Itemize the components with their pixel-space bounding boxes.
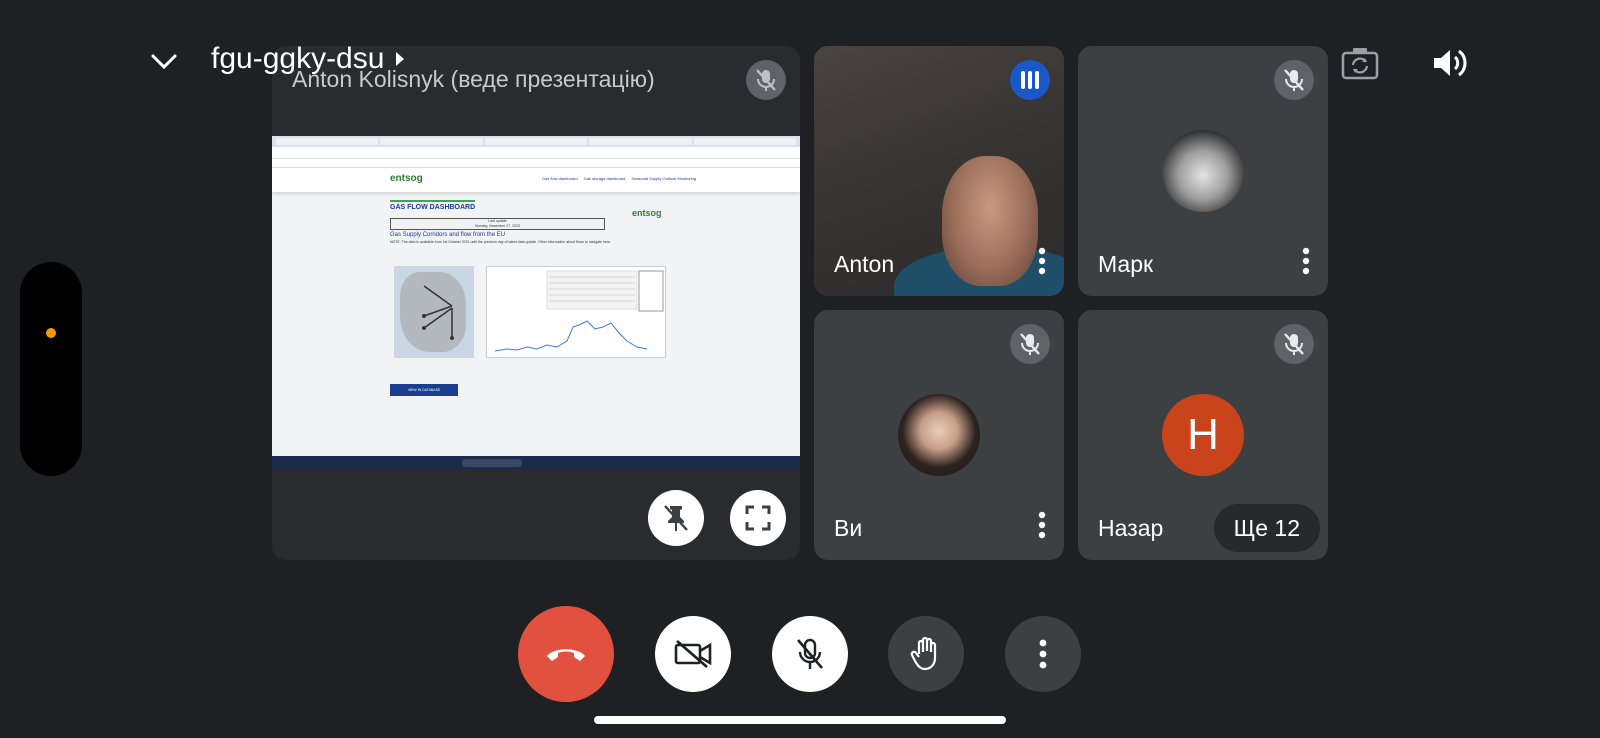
hand-icon: [910, 636, 937, 671]
camera-toggle-button[interactable]: [655, 616, 731, 692]
mic-off-icon: [797, 638, 823, 669]
site-header: entsog Gas flow dashboard Gas storage da…: [272, 168, 800, 192]
site-nav-item: Gas flow dashboard: [542, 176, 578, 181]
mic-toggle-button[interactable]: [772, 616, 848, 692]
more-vert-icon: [1038, 247, 1046, 275]
dashboard-note: NOTE: The data is available from 1st Oct…: [390, 240, 611, 244]
participant-name: Ви: [834, 515, 863, 541]
dashboard-subtitle: Gas Supply Corridors and flow from the E…: [390, 232, 506, 238]
participant-mic-off: [1010, 324, 1050, 364]
more-vert-icon: [1039, 639, 1047, 669]
video-feed-face: [942, 156, 1038, 286]
participant-more-button[interactable]: [1030, 508, 1054, 542]
site-logo-secondary: entsog: [632, 208, 662, 218]
browser-url-bar: [272, 147, 800, 159]
view-in-database-button: VIEW IN DATABASE: [390, 384, 458, 396]
raise-hand-button[interactable]: [888, 616, 964, 692]
presentation-controls: [648, 490, 786, 546]
pin-off-icon: [664, 505, 688, 531]
fullscreen-icon: [745, 505, 771, 531]
speaking-indicator: [1010, 60, 1050, 100]
avatar: [898, 394, 980, 476]
browser-bookmarks: [272, 159, 800, 168]
fullscreen-button[interactable]: [730, 490, 786, 546]
mic-off-icon: [1020, 333, 1040, 355]
shared-screen: entsog Gas flow dashboard Gas storage da…: [272, 136, 800, 470]
meeting-code-text: fgu-ggky-dsu: [211, 42, 385, 75]
flow-chart: [486, 266, 666, 358]
more-vert-icon: [1302, 247, 1310, 275]
corridor-map: [394, 266, 474, 358]
mic-off-icon: [1284, 69, 1304, 91]
mic-off-icon: [756, 69, 776, 91]
collapse-button[interactable]: [140, 42, 188, 82]
dashboard-page: GAS FLOW DASHBOARD Last update Monday, N…: [390, 196, 680, 458]
last-update-date: Monday, November 27, 2023: [475, 224, 520, 228]
participant-tile-nazar[interactable]: Н Назар Ще 12: [1078, 310, 1328, 560]
participant-name: Назар: [1098, 515, 1164, 541]
participant-more-button[interactable]: [1294, 244, 1318, 278]
windows-taskbar: [272, 456, 800, 470]
site-nav: Gas flow dashboard Gas storage dashboard…: [542, 176, 696, 181]
meeting-code[interactable]: fgu-ggky-dsu: [211, 42, 406, 76]
presentation-tile[interactable]: Anton Kolisnyk (веде презентацію) entsog…: [272, 46, 800, 560]
speaker-button[interactable]: [1427, 40, 1473, 86]
unpin-button[interactable]: [648, 490, 704, 546]
avatar: [1162, 130, 1244, 212]
participant-name: Марк: [1098, 251, 1154, 277]
home-indicator[interactable]: [594, 716, 1006, 724]
meet-call-screen: fgu-ggky-dsu Anton Kolisnyk (веде презен…: [0, 0, 1600, 738]
participant-mic-off: [1274, 60, 1314, 100]
more-participants-button[interactable]: Ще 12: [1213, 504, 1320, 552]
taskbar-search: [462, 459, 522, 467]
more-vert-icon: [1038, 511, 1046, 539]
participant-tile-self[interactable]: Ви: [814, 310, 1064, 560]
switch-camera-button[interactable]: [1337, 40, 1383, 86]
more-options-button[interactable]: [1005, 616, 1081, 692]
site-logo: entsog: [390, 173, 423, 184]
participant-tile-anton[interactable]: Anton: [814, 46, 1064, 296]
site-nav-item: Seasonal Supply Outlook Monitoring: [631, 176, 697, 181]
camera-flip-icon: [1341, 48, 1379, 80]
avatar-initial: Н: [1162, 394, 1244, 476]
browser-tabs: [272, 136, 800, 147]
video-off-icon: [674, 639, 712, 669]
last-update-box: Last update Monday, November 27, 2023: [390, 218, 605, 230]
participant-mic-off: [1274, 324, 1314, 364]
volume-icon: [1434, 49, 1467, 77]
phone-hangup-icon: [547, 649, 585, 661]
site-nav-item: Gas storage dashboard: [583, 176, 626, 181]
participant-name: Anton: [834, 251, 895, 277]
play-arrow-icon: [396, 52, 405, 66]
dashboard-heading: GAS FLOW DASHBOARD: [390, 200, 476, 211]
notification-dot: [46, 328, 56, 338]
presenter-mic-off: [746, 60, 786, 100]
end-call-button[interactable]: [518, 606, 614, 702]
participant-more-button[interactable]: [1030, 244, 1054, 278]
side-panel-handle[interactable]: [20, 262, 82, 476]
chevron-down-icon: [151, 54, 177, 70]
participant-tile-mark[interactable]: Марк: [1078, 46, 1328, 296]
mic-off-icon: [1284, 333, 1304, 355]
